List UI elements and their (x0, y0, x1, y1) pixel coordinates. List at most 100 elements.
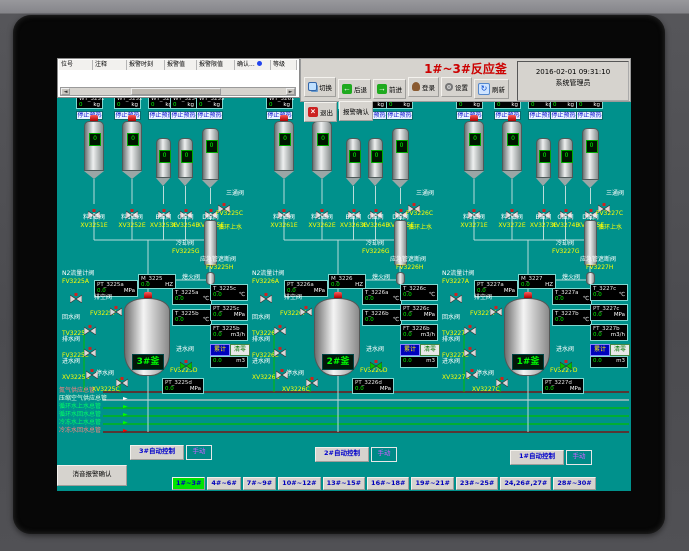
feed-valve-icon[interactable] (506, 204, 518, 214)
mute-alarm-ack-button[interactable]: 消音报警确认 (57, 465, 127, 486)
feed-valve-icon[interactable] (180, 204, 192, 214)
totalizer-reset-button[interactable]: 清零 (420, 344, 440, 356)
emergency-shutoff-tag: FV3226H (396, 264, 423, 271)
alarm-column-4[interactable]: 报警限值 (197, 60, 235, 70)
n2-flow-valve-label: N2流量计阀 (62, 270, 94, 277)
n2-flow-valve-label: N2流量计阀 (252, 270, 284, 277)
reactor-valve-icon[interactable] (84, 342, 96, 352)
reactor-group-1#: WT_32710kg停止预热0 料2磁阀XV3271EWT_32720kg停止预… (440, 58, 630, 491)
tab-reactors-6[interactable]: 16#~18# (367, 477, 409, 490)
reactor-valve-icon[interactable] (370, 355, 382, 365)
reactor-valve-icon[interactable] (496, 372, 508, 382)
three-way-valve-label: 三通阀 (226, 190, 244, 197)
reactor-valve-icon[interactable] (306, 372, 318, 382)
alarm-column-1[interactable]: 注释 (93, 60, 127, 70)
preheat-button[interactable]: 停止预热 (576, 111, 603, 120)
reactor-valve-icon[interactable] (116, 372, 128, 382)
toolbar-button-alarm-ack[interactable]: 报警确认 (339, 101, 373, 121)
tab-reactors-2[interactable]: 4#~6# (207, 477, 240, 490)
tab-reactors-5[interactable]: 13#~15# (323, 477, 365, 490)
tank-cone (368, 178, 382, 186)
feed-tank (312, 121, 332, 171)
reactor-valve-icon[interactable] (560, 355, 572, 365)
toolbar-button-forward[interactable]: →前进 (373, 79, 406, 99)
tab-reactors-1[interactable]: 1#~3# (172, 477, 205, 490)
totalizer-accumulate-button[interactable]: 累计 (210, 344, 230, 356)
toolbar-button-settings[interactable]: 设置 (441, 77, 472, 97)
totalizer-display: 0.0m3 (400, 356, 438, 368)
totalizer-reset-button[interactable]: 清零 (230, 344, 250, 356)
reactor-valve-icon[interactable] (274, 320, 286, 330)
feed-valve-icon[interactable] (468, 204, 480, 214)
n2-flow-valve-icon[interactable] (450, 288, 462, 298)
auto-control-button[interactable]: 2#自动控制 (315, 447, 369, 462)
auto-control-button[interactable]: 1#自动控制 (510, 450, 564, 465)
reactor-valve-icon[interactable] (274, 342, 286, 352)
preheat-button[interactable]: 停止预热 (196, 111, 223, 120)
three-way-valve-icon[interactable] (218, 198, 230, 208)
scroll-right-arrow[interactable]: ► (286, 88, 295, 95)
reactor-valve-icon[interactable] (84, 320, 96, 330)
tab-reactors-8[interactable]: 23#~25# (456, 477, 498, 490)
instrument-unit: ℃ (203, 296, 209, 303)
toolbar-button-exit[interactable]: ×退出 (304, 102, 337, 122)
scroll-thumb[interactable] (131, 88, 221, 95)
emergency-shutoff-label: 应急管遮断阀 (390, 256, 438, 263)
feed-valve-icon[interactable] (316, 204, 328, 214)
reactor-valve-icon[interactable] (110, 301, 122, 311)
instrument-unit: MPa (424, 312, 435, 319)
reactor-valve-icon[interactable] (464, 320, 476, 330)
auto-control-button[interactable]: 3#自动控制 (130, 445, 184, 460)
feed-valve-icon[interactable] (278, 204, 290, 214)
totalizer-accumulate-button[interactable]: 累计 (590, 344, 610, 356)
alarm-column-2[interactable]: 报警时刻 (127, 60, 165, 70)
temperature-display: T_3226a0.0℃ (362, 288, 402, 305)
feed-valve-icon[interactable] (585, 204, 597, 214)
preheat-button[interactable]: 停止预热 (386, 111, 413, 120)
condenser-water-label: 循环上水 (218, 224, 242, 231)
alarm-column-0[interactable]: 位号 (59, 60, 93, 70)
three-way-valve-icon[interactable] (408, 198, 420, 208)
tab-reactors-4[interactable]: 10#~12# (278, 477, 320, 490)
weight-value: 0 (117, 102, 121, 109)
toolbar-button-back[interactable]: ←后退 (338, 79, 371, 99)
tank-level-display: 0 (586, 140, 598, 153)
scroll-left-arrow[interactable]: ◄ (61, 88, 70, 95)
feed-valve-icon[interactable] (205, 204, 217, 214)
alarm-table-scrollbar[interactable]: ◄ ► (60, 87, 296, 96)
feed-valve-icon[interactable] (126, 204, 138, 214)
reactor-valve-icon[interactable] (490, 301, 502, 311)
feed-valve-icon[interactable] (88, 204, 100, 214)
feed-valve-icon[interactable] (395, 204, 407, 214)
tab-reactors-3[interactable]: 7#~9# (243, 477, 276, 490)
instrument-unit: m3/h (611, 332, 625, 339)
n2-flow-valve-icon[interactable] (70, 288, 82, 298)
n2-flow-valve-icon[interactable] (260, 288, 272, 298)
manual-mode-indicator: 手动 (186, 445, 212, 460)
toolbar-button-login[interactable]: 登录 (408, 77, 439, 97)
reactor-valve-icon[interactable] (300, 301, 312, 311)
feed-valve-icon[interactable] (348, 204, 360, 214)
alarm-column-5[interactable]: 确认... (235, 60, 271, 70)
totalizer-reset-button[interactable]: 清零 (610, 344, 630, 356)
toolbar-button-refresh[interactable]: ↻刷新 (474, 79, 509, 99)
preheat-button[interactable]: 停止预热 (170, 111, 197, 120)
toolbar-button-switch[interactable]: 切换 (304, 77, 336, 97)
feed-valve-tag: XV3262E (306, 222, 338, 229)
reactor-valve-icon[interactable] (464, 342, 476, 352)
alarm-column-6[interactable]: 等级 (271, 60, 297, 70)
feed-valve-icon[interactable] (538, 204, 550, 214)
feed-valve-icon[interactable] (560, 204, 572, 214)
feed-valve-icon[interactable] (370, 204, 382, 214)
totalizer-accumulate-button[interactable]: 累计 (400, 344, 420, 356)
tab-reactors-10[interactable]: 28#~30# (553, 477, 595, 490)
tab-reactors-9[interactable]: 24,26#,27# (500, 477, 551, 490)
three-way-valve-icon[interactable] (598, 198, 610, 208)
alarm-column-3[interactable]: 报警值 (165, 60, 197, 70)
tank-cone (84, 171, 104, 179)
reactor-valve-icon[interactable] (180, 355, 192, 365)
tab-reactors-7[interactable]: 19#~21# (411, 477, 453, 490)
preheat-button[interactable]: 停止预热 (550, 111, 577, 120)
feed-valve-icon[interactable] (158, 204, 170, 214)
temperature-display: T_3225a0.0℃ (172, 288, 212, 305)
